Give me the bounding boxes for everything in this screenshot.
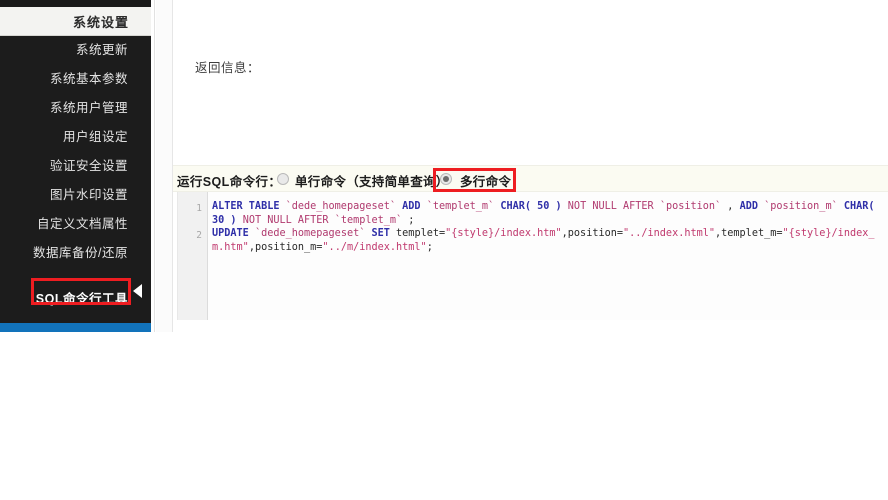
editor-line-number-gutter: 1 2 xyxy=(178,192,208,320)
radio-multi-command[interactable] xyxy=(440,173,452,185)
page-title: 系统设置 xyxy=(72,15,129,30)
line-number: 1 xyxy=(196,203,202,214)
sidebar-item-system-update[interactable]: 系统更新 xyxy=(10,40,128,60)
sql-token: `dede_homepageset` xyxy=(285,201,397,212)
sql-mode-label: 运行SQL命令行： xyxy=(177,175,282,189)
sql-code-text[interactable]: ALTER TABLE `dede_homepageset` ADD `temp… xyxy=(212,200,884,254)
sql-token: ,templet_m= xyxy=(715,228,783,239)
sql-token: ; xyxy=(402,214,415,226)
sidebar-header: 系统设置 xyxy=(0,7,151,36)
sidebar-item-sql-tool[interactable]: SQL命令行工具 xyxy=(10,289,128,309)
sql-token: ADD xyxy=(402,201,421,212)
sidebar-footer-bar xyxy=(0,323,151,332)
sql-token: CHAR( 50 ) xyxy=(500,201,562,212)
sidebar-item-watermark[interactable]: 图片水印设置 xyxy=(10,185,128,205)
sidebar-item-user-group[interactable]: 用户组设定 xyxy=(10,127,128,147)
page-bottom-whitespace xyxy=(0,332,888,500)
sidebar-menu: 系统更新 系统基本参数 系统用户管理 用户组设定 验证安全设置 图片水印设置 自… xyxy=(0,36,151,323)
content-left-gutter xyxy=(156,0,173,332)
radio-single-command-label[interactable]: 单行命令（支持简单查询） xyxy=(295,171,449,190)
sql-token: `templet_m` xyxy=(334,214,403,226)
sql-token: "../m/index.html" xyxy=(322,241,427,253)
column-separator xyxy=(151,0,155,332)
window-top-strip xyxy=(0,0,151,7)
sql-token: ; xyxy=(426,241,433,253)
sql-token: "{style}/index.htm" xyxy=(445,228,562,239)
sidebar-item-basic-params[interactable]: 系统基本参数 xyxy=(10,69,128,89)
sql-token: ,position= xyxy=(561,228,623,239)
sql-token: templet= xyxy=(389,228,446,239)
radio-single-command[interactable] xyxy=(277,173,289,185)
sql-token: "../index.html" xyxy=(623,228,716,239)
sql-token: `dede_homepageset` xyxy=(254,228,366,239)
sql-mode-row: 运行SQL命令行： 单行命令（支持简单查询） 多行命令 xyxy=(173,165,888,192)
left-pointing-arrow-icon xyxy=(133,284,142,298)
sql-code-line: UPDATE `dede_homepageset` SET templet="{… xyxy=(212,227,884,254)
sidebar-item-db-backup[interactable]: 数据库备份/还原 xyxy=(10,243,128,263)
sql-token: NOT NULL AFTER xyxy=(242,214,329,226)
sql-code-line: ALTER TABLE `dede_homepageset` ADD `temp… xyxy=(212,200,884,227)
sql-token: ,position_m= xyxy=(248,241,323,253)
sql-token: `position_m` xyxy=(764,201,838,212)
sql-token: ALTER TABLE xyxy=(212,201,280,212)
sql-code-editor[interactable]: 1 2 ALTER TABLE `dede_homepageset` ADD `… xyxy=(177,192,888,320)
sql-token: ADD xyxy=(739,201,758,212)
sidebar-item-security[interactable]: 验证安全设置 xyxy=(10,156,128,176)
sql-token: , xyxy=(721,201,740,212)
line-number: 2 xyxy=(196,230,202,241)
sidebar: 系统设置 系统更新 系统基本参数 系统用户管理 用户组设定 验证安全设置 图片水… xyxy=(0,7,151,332)
sidebar-item-user-management[interactable]: 系统用户管理 xyxy=(10,98,128,118)
sql-token: `templet_m` xyxy=(426,201,495,212)
sql-token: SET xyxy=(371,228,390,239)
radio-multi-command-label[interactable]: 多行命令 xyxy=(460,171,511,190)
sql-token: NOT NULL AFTER xyxy=(567,201,654,212)
main-content-panel: 返回信息： 运行SQL命令行： 单行命令（支持简单查询） 多行命令 1 2 AL… xyxy=(173,0,888,332)
return-info-label: 返回信息： xyxy=(195,61,261,75)
sql-token: `position` xyxy=(659,201,722,212)
sidebar-item-custom-fields[interactable]: 自定义文档属性 xyxy=(10,214,128,234)
sql-token: UPDATE xyxy=(212,228,249,239)
